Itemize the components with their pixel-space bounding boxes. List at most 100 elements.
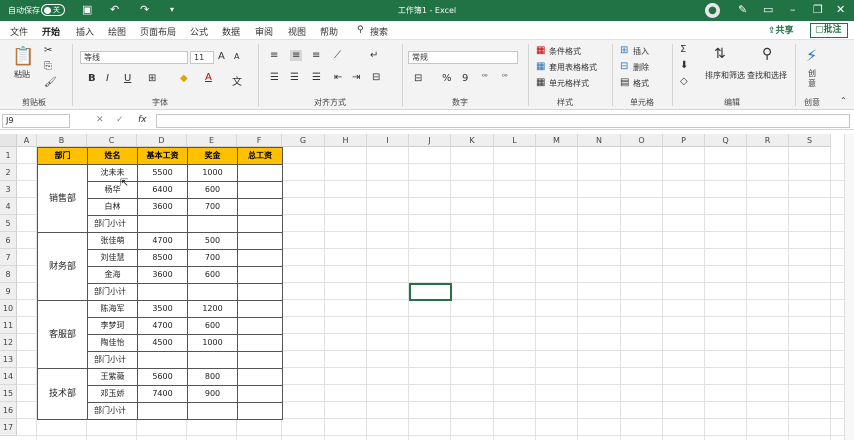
- active-cell-J9[interactable]: [409, 283, 452, 301]
- table-cell[interactable]: [237, 232, 283, 250]
- phonetic-icon[interactable]: 文: [232, 73, 242, 88]
- decrease-decimal-icon[interactable]: ⁰⁰: [502, 73, 508, 81]
- column-header[interactable]: J: [409, 134, 451, 147]
- search-icon[interactable]: ⚲: [357, 25, 364, 35]
- table-cell[interactable]: 3500: [137, 300, 188, 318]
- indent-decrease-icon[interactable]: ⇤: [334, 72, 342, 83]
- table-cell[interactable]: [237, 351, 283, 369]
- department-cell[interactable]: 客服部: [37, 300, 88, 369]
- table-cell[interactable]: 5500: [137, 164, 188, 182]
- table-cell[interactable]: 4500: [137, 334, 188, 352]
- row-header[interactable]: 5: [0, 215, 17, 232]
- paste-label[interactable]: 粘贴: [14, 69, 30, 80]
- table-cell[interactable]: 李梦珂: [87, 317, 138, 335]
- paste-icon[interactable]: 📋: [12, 46, 34, 67]
- table-cell[interactable]: 500: [187, 232, 238, 250]
- table-header-cell[interactable]: 部门: [37, 147, 88, 165]
- format-table-button[interactable]: 套用表格格式: [549, 62, 597, 73]
- tab-insert[interactable]: 插入: [76, 25, 94, 38]
- autosum-icon[interactable]: Σ: [680, 44, 686, 55]
- table-cell[interactable]: 白林: [87, 198, 138, 216]
- tab-file[interactable]: 文件: [10, 25, 28, 38]
- table-cell[interactable]: [237, 249, 283, 267]
- ideas-icon[interactable]: ⚡: [806, 46, 817, 65]
- find-select-icon[interactable]: ⚲: [762, 46, 772, 62]
- table-cell[interactable]: [237, 368, 283, 386]
- table-cell[interactable]: [137, 402, 188, 420]
- column-header[interactable]: N: [578, 134, 621, 147]
- table-cell[interactable]: [187, 215, 238, 233]
- column-header[interactable]: R: [747, 134, 789, 147]
- table-cell[interactable]: [137, 351, 188, 369]
- row-header[interactable]: 12: [0, 334, 17, 351]
- table-cell[interactable]: 3600: [137, 266, 188, 284]
- insert-cells-button[interactable]: 插入: [633, 46, 649, 57]
- ribbon-display-icon[interactable]: ▭: [763, 3, 773, 16]
- comment-button[interactable]: ▢批注: [810, 23, 848, 38]
- row-header[interactable]: 15: [0, 385, 17, 402]
- table-cell[interactable]: 4700: [137, 317, 188, 335]
- tab-review[interactable]: 审阅: [255, 25, 273, 38]
- table-cell[interactable]: 600: [187, 317, 238, 335]
- row-header[interactable]: 13: [0, 351, 17, 368]
- vertical-scrollbar[interactable]: [844, 134, 854, 440]
- align-top-icon[interactable]: ≡: [270, 50, 278, 61]
- column-header[interactable]: E: [187, 134, 237, 147]
- table-cell[interactable]: [237, 317, 283, 335]
- bold-button[interactable]: B: [88, 73, 96, 84]
- row-header[interactable]: 17: [0, 419, 17, 436]
- delete-cells-icon[interactable]: ⊟: [620, 61, 628, 72]
- italic-button[interactable]: I: [106, 73, 109, 84]
- table-cell[interactable]: [187, 402, 238, 420]
- column-header[interactable]: K: [451, 134, 494, 147]
- format-cells-icon[interactable]: ▤: [620, 77, 629, 88]
- align-middle-icon[interactable]: ≡: [290, 50, 303, 61]
- table-cell[interactable]: [237, 215, 283, 233]
- column-header[interactable]: C: [87, 134, 137, 147]
- department-cell[interactable]: 技术部: [37, 368, 88, 420]
- accounting-icon[interactable]: ⊟: [414, 73, 422, 84]
- font-color-icon[interactable]: A: [205, 72, 212, 83]
- table-cell[interactable]: 部门小计: [87, 402, 138, 420]
- font-size-select[interactable]: 11: [190, 51, 214, 64]
- row-header[interactable]: 2: [0, 164, 17, 181]
- row-header[interactable]: 1: [0, 147, 17, 164]
- table-cell[interactable]: [137, 283, 188, 301]
- table-cell[interactable]: 邓玉娇: [87, 385, 138, 403]
- column-header[interactable]: B: [37, 134, 87, 147]
- column-header[interactable]: H: [325, 134, 367, 147]
- fill-color-icon[interactable]: ◆: [180, 73, 188, 84]
- table-cell[interactable]: 沈未未: [87, 164, 138, 182]
- insert-cells-icon[interactable]: ⊞: [620, 45, 628, 56]
- column-header[interactable]: G: [282, 134, 325, 147]
- table-cell[interactable]: [237, 198, 283, 216]
- sort-filter-button[interactable]: 排序和筛选: [705, 70, 745, 81]
- cell-styles-icon[interactable]: ▦: [536, 77, 545, 88]
- column-header[interactable]: P: [663, 134, 705, 147]
- column-header[interactable]: I: [367, 134, 409, 147]
- tab-help[interactable]: 帮助: [320, 25, 338, 38]
- align-bottom-icon[interactable]: ≡: [312, 50, 320, 61]
- table-cell[interactable]: 5600: [137, 368, 188, 386]
- column-header[interactable]: F: [237, 134, 282, 147]
- table-header-cell[interactable]: 总工资: [237, 147, 283, 165]
- conditional-format-icon[interactable]: ▦: [536, 45, 545, 56]
- table-cell[interactable]: 3600: [137, 198, 188, 216]
- row-header[interactable]: 7: [0, 249, 17, 266]
- table-cell[interactable]: 700: [187, 249, 238, 267]
- table-cell[interactable]: 700: [187, 198, 238, 216]
- row-header[interactable]: 3: [0, 181, 17, 198]
- increase-decimal-icon[interactable]: ⁰⁰: [482, 73, 488, 81]
- clear-icon[interactable]: ◇: [680, 76, 688, 87]
- table-cell[interactable]: 4700: [137, 232, 188, 250]
- table-header-cell[interactable]: 姓名: [87, 147, 138, 165]
- table-cell[interactable]: [237, 266, 283, 284]
- cell-styles-button[interactable]: 单元格样式: [549, 78, 589, 89]
- table-cell[interactable]: 金海: [87, 266, 138, 284]
- tab-data[interactable]: 数据: [222, 25, 240, 38]
- copy-icon[interactable]: ⎘: [44, 61, 52, 72]
- ideas-label-bottom[interactable]: 意: [808, 78, 816, 89]
- column-header[interactable]: O: [621, 134, 663, 147]
- sort-filter-icon[interactable]: ⇅: [714, 46, 726, 62]
- table-cell[interactable]: 1000: [187, 334, 238, 352]
